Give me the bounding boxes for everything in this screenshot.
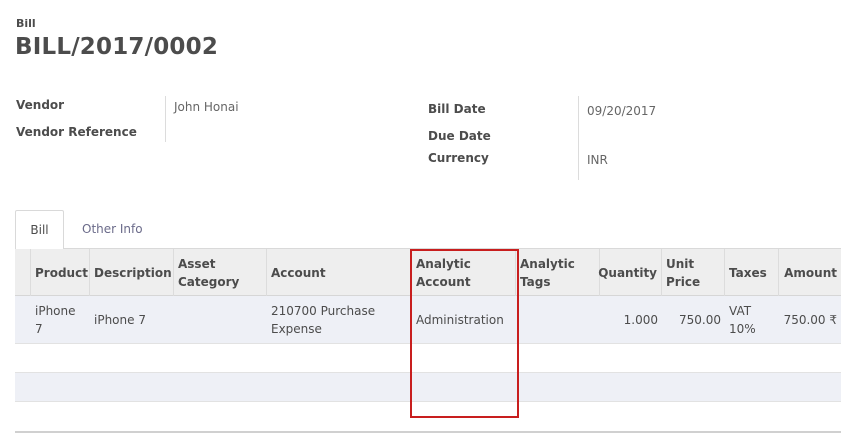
cell-unit-price: 750.00 xyxy=(679,313,721,327)
tab-bill[interactable]: Bill xyxy=(15,210,64,250)
due-date-field[interactable] xyxy=(587,130,787,146)
cell-product: iPhone 7 xyxy=(35,304,76,336)
tab-other-info[interactable]: Other Info xyxy=(66,210,159,250)
column-header-product[interactable]: Product xyxy=(31,249,90,296)
column-header-quantity[interactable]: Quantity xyxy=(598,249,662,296)
column-header-unit-price[interactable]: Unit Price xyxy=(662,249,725,296)
column-header-taxes[interactable]: Taxes xyxy=(725,249,779,296)
due-date-label: Due Date xyxy=(428,129,491,143)
bill-date-field[interactable]: 09/20/2017 xyxy=(587,104,656,118)
currency-label: Currency xyxy=(428,151,489,165)
cell-analytic-tags xyxy=(516,296,600,344)
column-header-account[interactable]: Account xyxy=(267,249,412,296)
analytic-account-highlight-box xyxy=(410,249,519,418)
cell-quantity: 1.000 xyxy=(623,313,658,327)
page-title: BILL/2017/0002 xyxy=(15,34,219,60)
column-header-description[interactable]: Description xyxy=(90,249,174,296)
currency-field[interactable]: INR xyxy=(587,153,608,167)
column-header-asset-category[interactable]: Asset Category xyxy=(174,249,267,296)
vendor-field[interactable]: John Honai xyxy=(174,100,239,114)
vendor-reference-label: Vendor Reference xyxy=(16,125,137,139)
field-separator xyxy=(578,96,579,180)
cell-description: iPhone 7 xyxy=(94,313,146,327)
bill-date-label: Bill Date xyxy=(428,102,486,116)
header-handle-cell xyxy=(15,249,31,296)
cell-account: 210700 Purchase Expense xyxy=(271,304,376,336)
table-footer-rule xyxy=(15,431,841,433)
document-type-label: Bill xyxy=(16,17,36,30)
vendor-reference-field[interactable] xyxy=(174,126,374,142)
cell-taxes: VAT 10% xyxy=(729,304,756,336)
field-separator xyxy=(165,96,166,142)
cell-asset-category xyxy=(174,296,267,344)
column-header-amount[interactable]: Amount xyxy=(779,249,841,296)
notebook-tabs: Bill Other Info xyxy=(15,210,841,250)
cell-amount: 750.00 ₹ xyxy=(783,313,837,327)
vendor-label: Vendor xyxy=(16,98,65,112)
column-header-analytic-tags[interactable]: Analytic Tags xyxy=(516,249,600,296)
